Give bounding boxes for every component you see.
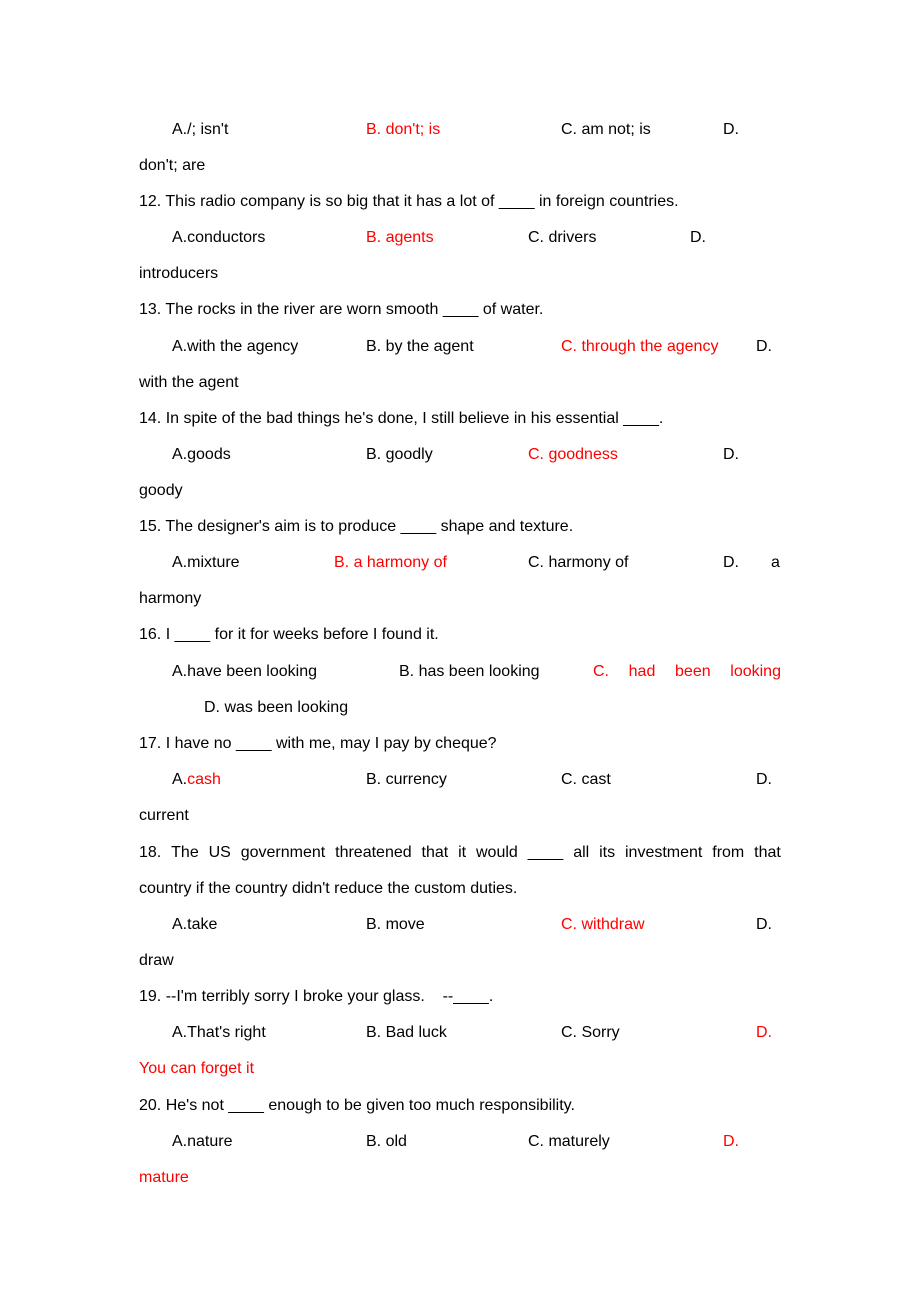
q18-option-a: A.take	[172, 916, 218, 933]
q18-stem-word: that	[754, 844, 781, 861]
q17-option-d-prefix: D.	[756, 771, 772, 788]
q11-option-a: A./; isn't	[172, 121, 229, 138]
q19-option-a: A.That's right	[172, 1024, 266, 1041]
q18-stem-word: threatened	[335, 844, 412, 861]
q13-option-d-text: with the agent	[139, 374, 239, 391]
q16-option-c-word: been	[675, 663, 711, 680]
q15-option-a: A.mixture	[172, 554, 240, 571]
q14-option-a: A.goods	[172, 446, 231, 463]
q12-option-b-answer: B. agents	[366, 229, 434, 246]
q11-option-d-prefix: D.	[723, 121, 739, 138]
q20-option-d-text-answer: mature	[139, 1169, 189, 1186]
q16-stem: 16. I ____ for it for weeks before I fou…	[139, 626, 439, 643]
q18-stem-line1: 18. The US government threatened that it…	[139, 843, 781, 863]
q14-option-b: B. goodly	[366, 446, 433, 463]
q19-option-d-text-answer: You can forget it	[139, 1060, 255, 1077]
q18-option-c-answer: C. withdraw	[561, 916, 645, 933]
q13-option-b: B. by the agent	[366, 338, 474, 355]
q11-option-c: C. am not; is	[561, 121, 651, 138]
q16-option-c-answer: C. had been looking	[593, 662, 781, 682]
q16-option-c-word: C.	[593, 663, 609, 680]
q19-option-c: C. Sorry	[561, 1024, 620, 1041]
q18-stem-line2: country if the country didn't reduce the…	[139, 880, 518, 897]
q20-option-c: C. maturely	[528, 1133, 610, 1150]
q18-stem-word: from	[712, 844, 745, 861]
q17-option-b: B. currency	[366, 771, 447, 788]
q11-option-d-text: don't; are	[139, 157, 206, 174]
q18-stem-word: US	[208, 844, 231, 861]
q19-option-d-prefix-answer: D.	[756, 1024, 772, 1041]
q15-option-d-word: a	[771, 554, 780, 571]
q13-option-c-answer: C. through the agency	[561, 338, 719, 355]
q17-stem: 17. I have no ____ with me, may I pay by…	[139, 735, 497, 752]
q18-stem-word: all	[573, 844, 590, 861]
q15-option-c: C. harmony of	[528, 554, 629, 571]
q17-option-a: A.cash	[172, 770, 221, 790]
q17-option-d-text: current	[139, 807, 189, 824]
q18-stem-word: would	[476, 844, 518, 861]
q16-option-d: D. was been looking	[204, 699, 349, 716]
q18-stem-word: government	[240, 844, 326, 861]
q14-option-d-text: goody	[139, 482, 183, 499]
q12-option-d-text: introducers	[139, 265, 219, 282]
q16-option-b: B. has been looking	[399, 663, 540, 680]
q18-stem-word: it	[458, 844, 467, 861]
q20-option-b: B. old	[366, 1133, 407, 1150]
q15-option-d-text: harmony	[139, 590, 202, 607]
q12-option-d-prefix: D.	[690, 229, 706, 246]
q13-option-d-prefix: D.	[756, 338, 772, 355]
q18-option-d-prefix: D.	[756, 916, 772, 933]
q12-option-a: A.conductors	[172, 229, 266, 246]
q14-stem: 14. In spite of the bad things he's done…	[139, 410, 664, 427]
q12-stem: 12. This radio company is so big that it…	[139, 193, 679, 210]
q18-option-b: B. move	[366, 916, 425, 933]
q20-option-d-prefix-answer: D.	[723, 1133, 739, 1150]
q18-stem-word: investment	[624, 844, 703, 861]
q16-option-a: A.have been looking	[172, 663, 317, 680]
q17-option-a-answer: cash	[187, 771, 221, 788]
q20-stem: 20. He's not ____ enough to be given too…	[139, 1097, 575, 1114]
q15-option-b-answer: B. a harmony of	[334, 554, 447, 571]
q16-option-c-word: looking	[730, 663, 781, 680]
q17-option-c: C. cast	[561, 771, 611, 788]
q13-stem: 13. The rocks in the river are worn smoo…	[139, 301, 544, 318]
q11-option-b-answer: B. don't; is	[366, 121, 441, 138]
q17-option-a-prefix: A.	[172, 771, 188, 788]
q20-option-a: A.nature	[172, 1133, 233, 1150]
q18-stem-word: The	[171, 844, 199, 861]
q18-stem-word: its	[599, 844, 616, 861]
q18-stem-blank: ____	[527, 844, 564, 861]
q18-option-d-text: draw	[139, 952, 174, 969]
q12-option-c: C. drivers	[528, 229, 597, 246]
q15-stem: 15. The designer's aim is to produce ___…	[139, 518, 574, 535]
q19-option-b: B. Bad luck	[366, 1024, 447, 1041]
q18-stem-word: 18.	[139, 844, 162, 861]
q19-stem: 19. --I'm terribly sorry I broke your gl…	[139, 988, 494, 1005]
q14-option-d-prefix: D.	[723, 446, 739, 463]
q15-option-d-prefix: D.	[723, 554, 739, 571]
q14-option-c-answer: C. goodness	[528, 446, 618, 463]
q18-stem-word: that	[421, 844, 449, 861]
q16-option-c-word: had	[628, 663, 656, 680]
q13-option-a: A.with the agency	[172, 338, 299, 355]
